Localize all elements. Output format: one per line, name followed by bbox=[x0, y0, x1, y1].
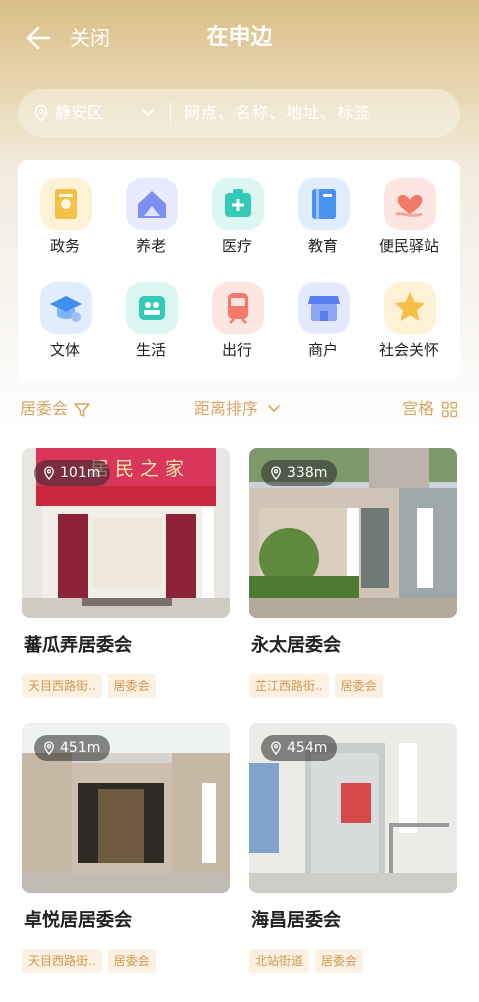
distance-badge: 101m bbox=[34, 460, 111, 486]
category-filter-button[interactable]: 居委会 bbox=[20, 398, 68, 420]
distance-value: 338m bbox=[287, 465, 328, 481]
page-title: 在申边 bbox=[206, 25, 273, 50]
category-grid: 政务 养老 医疗 教育 便民驿站 文体 生活 出行 商户 社会关怀 bbox=[18, 160, 460, 382]
place-card[interactable]: 451m 卓悦居居委会 天目西路街.. 居委会 bbox=[22, 723, 230, 985]
service-station-icon bbox=[384, 178, 436, 230]
distance-badge: 454m bbox=[261, 735, 338, 761]
street-tag: 北站街道 bbox=[249, 949, 310, 973]
elderly-care-icon bbox=[126, 178, 178, 230]
place-card[interactable]: 居民之家 101m 蕃瓜弄居委会 天目西路街.. 居委会 bbox=[22, 448, 230, 710]
location-pin-icon bbox=[271, 466, 281, 480]
search-divider bbox=[170, 102, 171, 124]
category-label: 文体 bbox=[49, 341, 80, 359]
life-icon bbox=[126, 282, 178, 334]
government-icon bbox=[40, 178, 92, 230]
education-icon bbox=[298, 178, 350, 230]
category-transit[interactable]: 出行 bbox=[194, 268, 280, 368]
distance-badge: 338m bbox=[261, 460, 338, 486]
merchant-icon bbox=[298, 282, 350, 334]
street-tag: 天目西路街.. bbox=[22, 674, 102, 698]
grid-view-button[interactable]: 宫格 bbox=[402, 398, 434, 420]
tag-list: 天目西路街.. 居委会 bbox=[22, 674, 162, 698]
category-label: 医疗 bbox=[221, 237, 252, 255]
category-culture-sports[interactable]: 文体 bbox=[22, 268, 108, 368]
chevron-down-icon[interactable] bbox=[267, 404, 281, 414]
culture-sports-icon bbox=[40, 282, 92, 334]
category-social-care[interactable]: 社会关怀 bbox=[366, 268, 452, 368]
type-tag: 居委会 bbox=[107, 949, 156, 973]
location-pin-icon bbox=[271, 741, 281, 755]
tag-list: 芷江西路街.. 居委会 bbox=[249, 674, 389, 698]
social-care-icon bbox=[384, 282, 436, 334]
place-card[interactable]: 454m 海昌居委会 北站街道 居委会 bbox=[249, 723, 457, 985]
distance-value: 451m bbox=[60, 740, 101, 756]
distance-value: 101m bbox=[60, 465, 101, 481]
category-medical[interactable]: 医疗 bbox=[194, 164, 280, 264]
category-education[interactable]: 教育 bbox=[280, 164, 366, 264]
place-name: 卓悦居居委会 bbox=[24, 910, 132, 931]
place-card[interactable]: 338m 永太居委会 芷江西路街.. 居委会 bbox=[249, 448, 457, 710]
top-bar: 关闭 在申边 bbox=[0, 0, 479, 76]
category-label: 养老 bbox=[135, 237, 166, 255]
filter-funnel-icon[interactable] bbox=[73, 401, 91, 419]
category-label: 社会关怀 bbox=[378, 341, 439, 359]
district-selector[interactable]: 静安区 bbox=[55, 102, 103, 124]
chevron-down-icon[interactable] bbox=[141, 107, 155, 119]
category-label: 商户 bbox=[307, 341, 338, 359]
place-name: 海昌居委会 bbox=[251, 910, 341, 931]
distance-badge: 451m bbox=[34, 735, 111, 761]
category-label: 政务 bbox=[49, 237, 80, 255]
type-tag: 居委会 bbox=[107, 674, 156, 698]
place-name: 永太居委会 bbox=[251, 635, 341, 656]
place-name: 蕃瓜弄居委会 bbox=[24, 635, 132, 656]
tag-list: 北站街道 居委会 bbox=[249, 949, 369, 973]
type-tag: 居委会 bbox=[315, 949, 364, 973]
category-service-station[interactable]: 便民驿站 bbox=[366, 164, 452, 264]
category-elderly-care[interactable]: 养老 bbox=[108, 164, 194, 264]
sort-button[interactable]: 距离排序 bbox=[194, 398, 258, 420]
category-label: 教育 bbox=[307, 237, 338, 255]
transit-icon bbox=[212, 282, 264, 334]
tag-list: 天目西路街.. 居委会 bbox=[22, 949, 162, 973]
grid-view-icon[interactable] bbox=[441, 401, 458, 418]
medical-icon bbox=[212, 178, 264, 230]
category-label: 生活 bbox=[135, 341, 166, 359]
street-tag: 天目西路街.. bbox=[22, 949, 102, 973]
category-merchant[interactable]: 商户 bbox=[280, 268, 366, 368]
location-pin-icon bbox=[44, 466, 54, 480]
search-bar[interactable]: 静安区 网点、名称、地址、标签 bbox=[18, 89, 460, 137]
filter-bar: 居委会 距离排序 宫格 bbox=[0, 396, 479, 426]
category-life[interactable]: 生活 bbox=[108, 268, 194, 368]
location-pin-icon bbox=[34, 104, 48, 122]
search-input[interactable]: 网点、名称、地址、标签 bbox=[184, 102, 371, 124]
location-pin-icon bbox=[44, 741, 54, 755]
category-government[interactable]: 政务 bbox=[22, 164, 108, 264]
distance-value: 454m bbox=[287, 740, 328, 756]
street-tag: 芷江西路街.. bbox=[249, 674, 329, 698]
category-label: 便民驿站 bbox=[378, 237, 439, 255]
category-label: 出行 bbox=[221, 341, 252, 359]
type-tag: 居委会 bbox=[334, 674, 383, 698]
